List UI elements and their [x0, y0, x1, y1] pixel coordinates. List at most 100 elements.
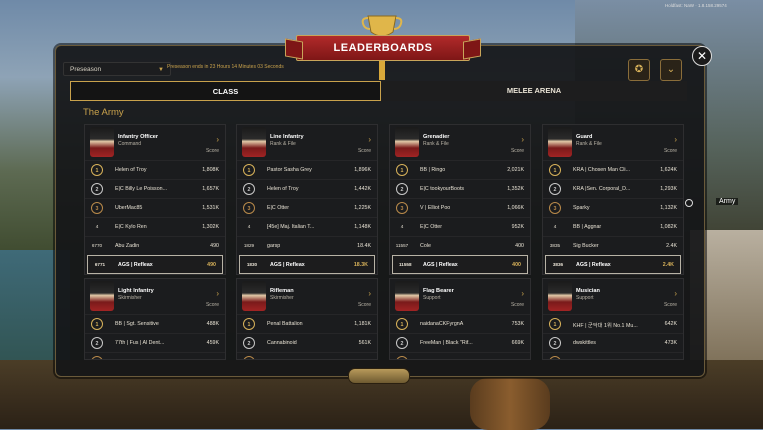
leaderboard-row[interactable]: 1 Pastor Sasha Grey 1,896K	[237, 160, 377, 179]
my-rank-row[interactable]: 1830 AGS | Refleax 18.3K	[239, 255, 375, 274]
leaderboard-row[interactable]: 1829 garsp 18.4K	[237, 236, 377, 255]
leaderboard-row[interactable]: 3 taefyllib 413K	[85, 352, 225, 359]
leaderboard-row[interactable]: 4 E|C Otter 952K	[390, 217, 530, 236]
chevron-right-icon[interactable]: ›	[368, 135, 371, 144]
class-card-header: Line Infantry Rank & File › Score	[237, 125, 377, 160]
leaderboard-row[interactable]: 1 BB | Ringo 2,021K	[390, 160, 530, 179]
leaderboard-row[interactable]: 2 KRA |Sen. Corporal_D... 1,293K	[543, 179, 683, 198]
class-card-header: Grenadier Rank & File › Score	[390, 125, 530, 160]
leaderboard-row[interactable]: 6770 Abu Zadin 490	[85, 236, 225, 255]
soldier-avatar	[242, 281, 266, 311]
player-name: Cannabinoid	[267, 340, 297, 346]
rank-badge: 1	[243, 164, 255, 176]
player-name: BB | Aggnar	[573, 224, 602, 230]
rank-badge: 1	[396, 318, 408, 330]
class-card-header: Light Infantry Skirmisher › Score	[85, 279, 225, 314]
class-card[interactable]: Light Infantry Skirmisher › Score 1 BB | Sgt.…	[84, 278, 226, 360]
my-rank-row[interactable]: 11558 AGS | Refleax 400	[392, 255, 528, 274]
player-name: garsp	[267, 243, 281, 249]
leaderboard-row[interactable]: 2 E|C Billy Le Poisson... 1,657K	[85, 179, 225, 198]
chevron-right-icon[interactable]: ›	[368, 289, 371, 298]
leaderboard-row[interactable]: 4 BB | Aggnar 1,082K	[543, 217, 683, 236]
leaderboard-row[interactable]: 1 KRA | Chosen Man Cli... 1,624K	[543, 160, 683, 179]
leaderboard-row[interactable]: 1 Helen of Troy 1,808K	[85, 160, 225, 179]
player-name: UberMac85	[115, 205, 143, 211]
chevron-right-icon[interactable]: ›	[674, 289, 677, 298]
season-select[interactable]: Preseason ▼	[63, 62, 171, 76]
leaderboard-row[interactable]: 3835 Sig Bucker 2.4K	[543, 236, 683, 255]
player-score: 400	[515, 243, 524, 249]
player-name: BB | Vegan Haggis Ma...	[267, 359, 339, 360]
chevron-right-icon[interactable]: ›	[216, 135, 219, 144]
class-card[interactable]: Rifleman Skirmisher › Score 1 Penal Battalion…	[236, 278, 378, 360]
leaderboard-row[interactable]: 2 Helen of Troy 1,442K	[237, 179, 377, 198]
player-name: FreeMan | Black "Rif...	[420, 340, 473, 346]
player-score: 18.3K	[353, 262, 368, 268]
rank-badge: 1	[549, 318, 561, 330]
player-score: 753K	[511, 321, 524, 327]
rank-badge: 3	[549, 356, 561, 359]
player-name: E|C Kylo Ren	[115, 224, 147, 230]
leaderboard-row[interactable]: 2 Cannabinoid 561K	[237, 333, 377, 352]
class-card[interactable]: Guard Rank & File › Score 1 KRA | Chosen Man …	[542, 124, 684, 275]
class-card[interactable]: Grenadier Rank & File › Score 1 BB | Ringo 2,0…	[389, 124, 531, 275]
leaderboard-row[interactable]: 1 BB | Sgt. Sensitive 488K	[85, 314, 225, 333]
my-rank-row[interactable]: 3836 AGS | Refleax 2.4K	[545, 255, 681, 274]
player-score: 2,021K	[507, 167, 524, 173]
leaderboard-row[interactable]: 3 V | JabbaTheHunty 624K	[390, 352, 530, 359]
player-name: E|C Otter	[267, 205, 289, 211]
player-score: 550K	[359, 359, 371, 360]
leaderboard-row[interactable]: 2 77th | Fus | Al Dent... 459K	[85, 333, 225, 352]
collapse-button[interactable]: ⌄	[660, 59, 682, 81]
chevron-right-icon[interactable]: ›	[521, 289, 524, 298]
leaderboard-row[interactable]: 2 dwskittles 473K	[543, 333, 683, 352]
player-score: 473K	[664, 340, 677, 346]
rank-badge: 1	[91, 318, 103, 330]
chevron-right-icon[interactable]: ›	[216, 289, 219, 298]
player-name: AGS | Refleax	[423, 262, 458, 268]
class-card[interactable]: Line Infantry Rank & File › Score 1 Pastor Sa…	[236, 124, 378, 275]
leaderboard-row[interactable]: 1 naidanaCKFyrgnA 753K	[390, 314, 530, 333]
leaderboard-row[interactable]: 4 E|C Kylo Ren 1,302K	[85, 217, 225, 236]
bottom-ornament	[348, 368, 410, 384]
leaderboard-row[interactable]: 1 KHF | 군악대 1위 No.1 Mu... 642K	[543, 314, 683, 333]
player-score: 488K	[206, 321, 219, 327]
rank-badge: 3	[243, 356, 255, 359]
chevrons-down-icon: ⌄	[666, 64, 676, 75]
class-card[interactable]: Flag Bearer Support › Score 1 naidanaCKFyrgnA…	[389, 278, 531, 360]
leaderboard-row[interactable]: 2 E|C tookyourBoots 1,352K	[390, 179, 530, 198]
leaderboard-row[interactable]: 1 Penal Battalion 1,181K	[237, 314, 377, 333]
class-name: Line Infantry	[270, 134, 304, 140]
chevron-right-icon[interactable]: ›	[674, 135, 677, 144]
soldier-avatar	[548, 281, 572, 311]
close-button[interactable]: ✕	[692, 46, 712, 66]
player-score: 1,352K	[507, 186, 524, 192]
leaderboard-row[interactable]: 3 Sparky 1,132K	[543, 198, 683, 217]
rank-badge: 1830	[246, 262, 258, 267]
class-card[interactable]: Musician Support › Score 1 KHF | 군악대 1위 No.1 …	[542, 278, 684, 360]
leaderboard-row[interactable]: 3 BB | Vegan Haggis Ma... 550K	[237, 352, 377, 360]
leaderboard-row[interactable]: 3 UberMac85 1,531K	[85, 198, 225, 217]
tab-melee-arena[interactable]: MELEE ARENA	[381, 81, 687, 101]
class-card[interactable]: Infantry Officer Command › Score 1 Helen of T…	[84, 124, 226, 275]
rank-filter-button[interactable]: ✪	[628, 59, 650, 81]
leaderboard-row[interactable]: 4 [45e] Maj. Italian T... 1,148K	[237, 217, 377, 236]
rank-badge: 4	[553, 224, 557, 229]
player-name: BB | Ringo	[420, 167, 446, 173]
my-rank-row[interactable]: 6771 AGS | Refleax 490	[87, 255, 223, 274]
leaderboard-row[interactable]: 11557 Cole 400	[390, 236, 530, 255]
player-score: 2.4K	[662, 262, 674, 268]
player-score: 561K	[358, 340, 371, 346]
leaderboard-row[interactable]: 3 E|C Otter 1,225K	[237, 198, 377, 217]
player-score: 400	[512, 262, 521, 268]
player-name: AGS | Refleax	[576, 262, 611, 268]
leaderboard-row[interactable]: 2 FreeMan | Black "Rif... 669K	[390, 333, 530, 352]
radio-dot-icon	[685, 199, 693, 207]
player-name: E|C tookyourBoots	[420, 186, 465, 192]
leaderboard-row[interactable]: 3 V | Elliot Poo 1,066K	[390, 198, 530, 217]
tab-class[interactable]: CLASS	[70, 81, 381, 101]
rank-badge: 3835	[549, 243, 561, 248]
leaderboard-row[interactable]: 3 orggs2 296K	[543, 352, 683, 359]
chevron-right-icon[interactable]: ›	[521, 135, 524, 144]
rank-badge: 2	[396, 183, 408, 195]
